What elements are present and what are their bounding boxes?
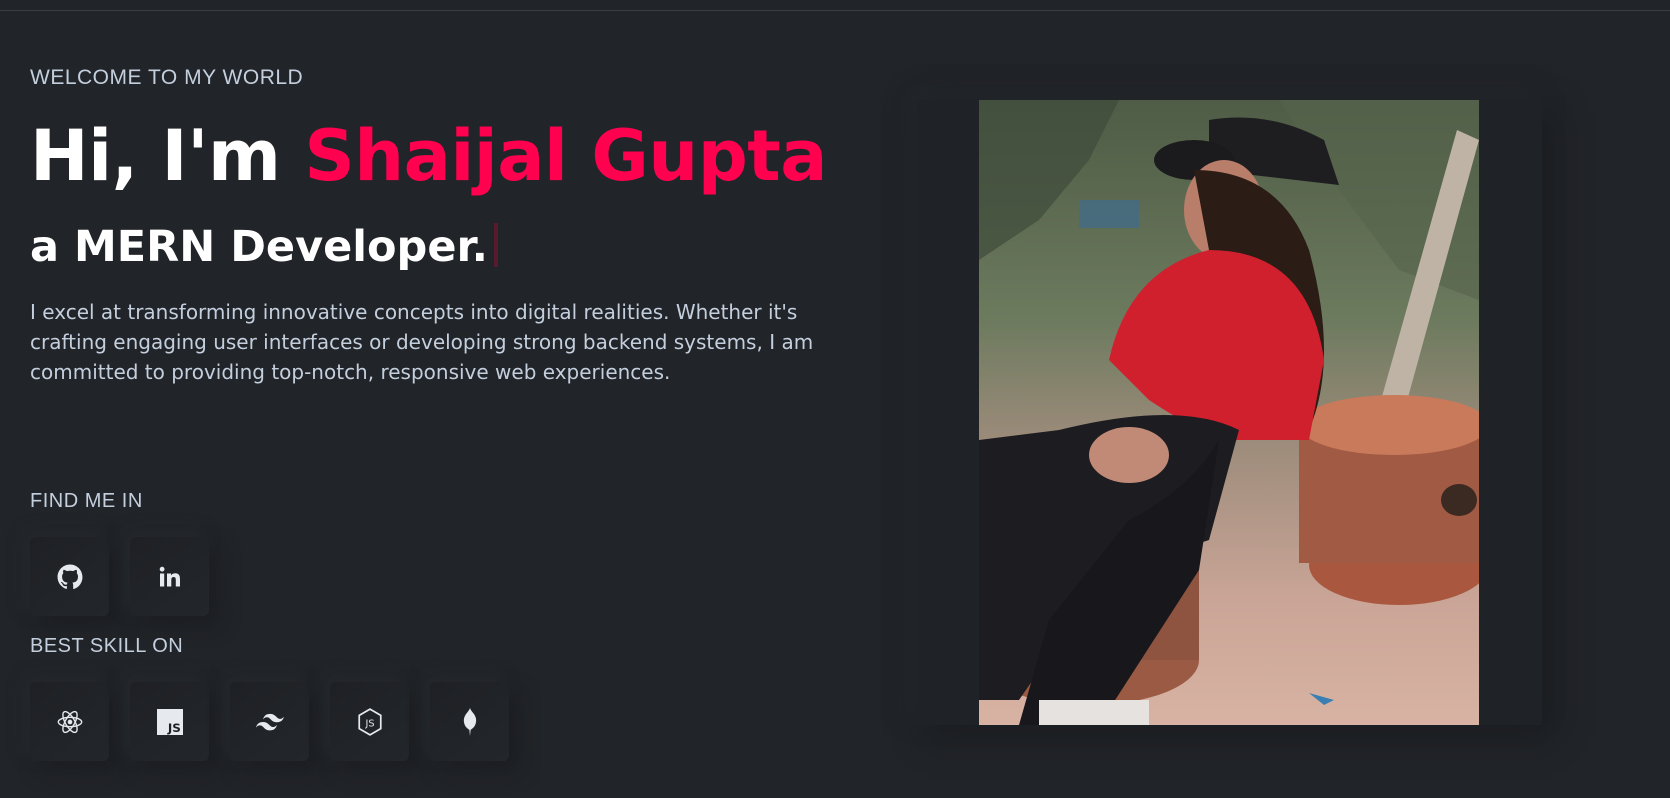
find-me-label: FIND ME IN <box>30 490 143 512</box>
typing-caret <box>493 223 498 267</box>
role-text: a MERN Developer. <box>30 222 488 272</box>
react-icon <box>57 710 82 733</box>
bio-paragraph: I excel at transforming innovative conce… <box>30 300 814 384</box>
skill-tailwind[interactable] <box>230 682 309 761</box>
github-icon <box>57 564 82 589</box>
github-link[interactable] <box>30 537 109 616</box>
best-skill-label: BEST SKILL ON <box>30 635 184 657</box>
profile-photo-frame <box>917 100 1542 725</box>
profile-photo <box>979 100 1479 725</box>
nodejs-icon: JS <box>357 707 382 736</box>
skill-mongodb[interactable] <box>430 682 509 761</box>
skills-row: JS JS <box>30 682 509 761</box>
page-title: Hi, I'm Shaijal Gupta <box>30 118 827 195</box>
skill-nodejs[interactable]: JS <box>330 682 409 761</box>
profile-photo-illustration <box>979 100 1479 725</box>
social-links <box>30 537 209 616</box>
name-highlight: Shaijal Gupta <box>304 115 827 197</box>
welcome-eyebrow: WELCOME TO MY WORLD <box>30 66 304 89</box>
top-divider <box>0 0 1670 11</box>
greeting-text: Hi, I'm <box>30 115 305 197</box>
svg-text:JS: JS <box>364 718 374 729</box>
mongodb-icon <box>463 707 476 736</box>
skill-react[interactable] <box>30 682 109 761</box>
skill-javascript[interactable]: JS <box>130 682 209 761</box>
linkedin-icon <box>159 566 180 586</box>
linkedin-link[interactable] <box>130 537 209 616</box>
role-headline: a MERN Developer. <box>30 222 498 272</box>
svg-text:JS: JS <box>166 720 180 734</box>
tailwind-icon <box>255 713 284 730</box>
javascript-icon: JS <box>156 708 183 735</box>
